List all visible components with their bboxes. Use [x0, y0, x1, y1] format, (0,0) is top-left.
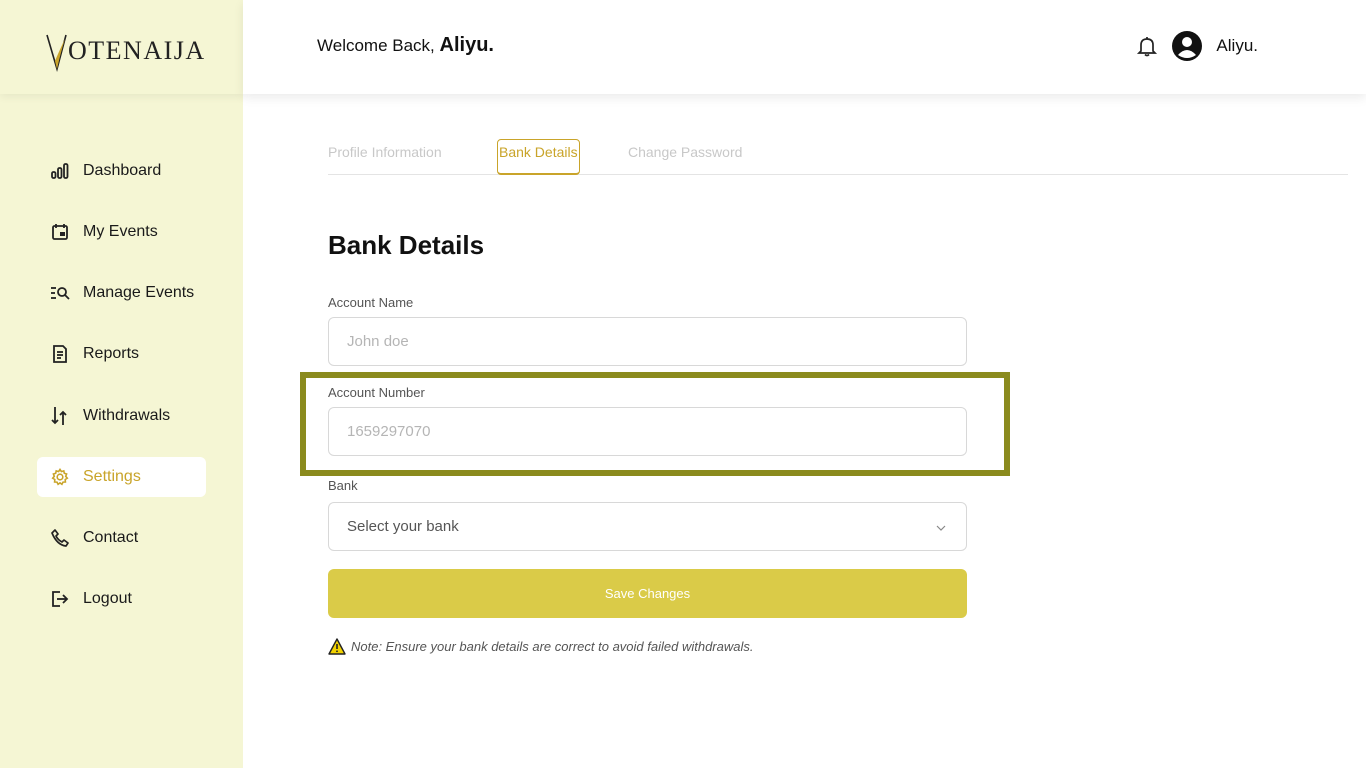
account-number-placeholder: 1659297070 [347, 423, 431, 440]
tab-change-password[interactable]: Change Password [628, 144, 742, 160]
account-name-field[interactable]: John doe [328, 317, 967, 366]
logo-text: OTENAIJA [68, 36, 206, 65]
account-name-label: Account Name [328, 295, 414, 310]
settings-tabs: Profile Information Bank Details Change … [328, 138, 1348, 175]
sidebar-item-settings[interactable]: Settings [37, 457, 206, 497]
gear-icon [50, 467, 70, 487]
tab-profile-information[interactable]: Profile Information [328, 144, 442, 160]
avatar[interactable] [1172, 31, 1203, 61]
welcome-message: Welcome Back, Aliyu. [317, 34, 494, 57]
transfer-icon [50, 406, 70, 426]
save-changes-button[interactable]: Save Changes [328, 569, 967, 618]
sidebar-item-dashboard[interactable]: Dashboard [37, 151, 206, 191]
bank-select-value: Select your bank [347, 518, 459, 535]
sidebar-item-label: Reports [83, 345, 140, 362]
bank-select[interactable]: Select your bank [328, 502, 967, 551]
sidebar: OTENAIJA Dashboard My Events Manage Even… [0, 0, 243, 768]
bell-icon[interactable] [1136, 35, 1158, 57]
account-number-label: Account Number [328, 385, 425, 400]
bank-note-text: Note: Ensure your bank details are corre… [351, 639, 754, 654]
account-number-field[interactable]: 1659297070 [328, 407, 967, 456]
app-logo[interactable]: OTENAIJA [46, 34, 206, 74]
bank-note: Note: Ensure your bank details are corre… [328, 638, 753, 655]
sidebar-item-my-events[interactable]: My Events [37, 212, 206, 252]
sidebar-item-label: Manage Events [83, 284, 195, 301]
user-name[interactable]: Aliyu. [1216, 36, 1258, 56]
sidebar-item-label: My Events [83, 223, 158, 240]
account-name-placeholder: John doe [347, 333, 409, 350]
sidebar-item-label: Contact [83, 529, 139, 546]
bank-label: Bank [328, 478, 358, 493]
calendar-icon [50, 222, 70, 242]
welcome-prefix: Welcome Back, [317, 36, 435, 55]
search-list-icon [50, 283, 70, 303]
sidebar-item-label: Dashboard [83, 162, 162, 179]
top-header: Welcome Back, Aliyu. Aliyu. [243, 0, 1366, 94]
welcome-name: Aliyu. [439, 34, 494, 56]
phone-icon [50, 528, 70, 548]
sidebar-item-withdrawals[interactable]: Withdrawals [37, 396, 206, 436]
sidebar-item-manage-events[interactable]: Manage Events [37, 273, 206, 313]
page-title: Bank Details [328, 230, 485, 260]
user-area: Aliyu. [1136, 31, 1258, 61]
document-icon [50, 344, 70, 364]
sidebar-item-logout[interactable]: Logout [37, 579, 206, 619]
chevron-down-icon [936, 518, 946, 535]
sidebar-item-contact[interactable]: Contact [37, 518, 206, 558]
sidebar-item-reports[interactable]: Reports [37, 334, 206, 374]
logout-icon [50, 589, 70, 609]
sidebar-item-label: Logout [83, 590, 132, 607]
sidebar-item-label: Withdrawals [83, 407, 171, 424]
logo-area: OTENAIJA [0, 0, 243, 94]
bar-chart-icon [50, 161, 70, 181]
sidebar-item-label: Settings [83, 468, 141, 485]
tab-bank-details[interactable]: Bank Details [497, 139, 580, 175]
warning-icon [328, 638, 346, 655]
